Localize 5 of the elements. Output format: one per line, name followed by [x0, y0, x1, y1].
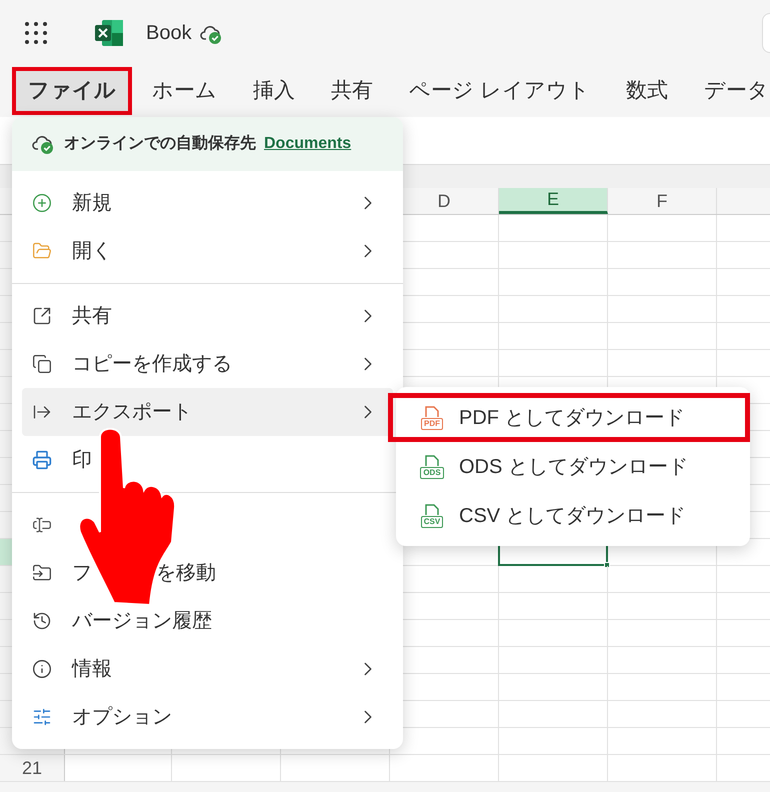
menu-item-text: を移動 [156, 561, 216, 586]
autosave-label: オンラインでの自動保存先 [64, 134, 256, 154]
file-type-badge: ODS [420, 466, 444, 478]
file-type-badge: PDF [421, 418, 443, 430]
file-type-badge: CSV [420, 516, 444, 528]
